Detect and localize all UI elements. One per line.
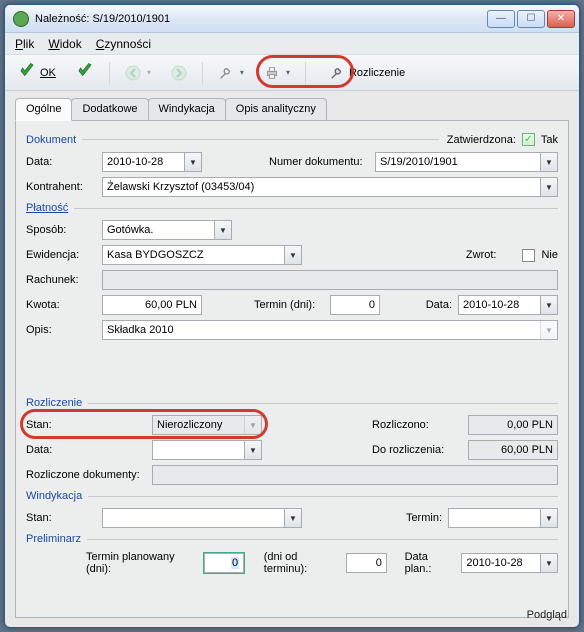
zwrot-checkbox[interactable]: ✓ [522, 249, 535, 262]
rozldok-label: Rozliczone dokumenty: [26, 469, 146, 481]
kontrahent-field[interactable]: Żelawski Krzysztof (03453/04)▼ [102, 177, 558, 197]
section-windykacja: Windykacja [26, 490, 558, 502]
chevron-down-icon[interactable]: ▼ [540, 178, 557, 196]
dorozl-label: Do rozliczenia: [372, 444, 462, 456]
platnosc-data-field[interactable]: 2010-10-28▼ [458, 295, 558, 315]
wind-stan-field[interactable]: ▼ [102, 508, 302, 528]
data-label: Data: [26, 156, 96, 168]
app-icon [13, 11, 29, 27]
section-rozliczenie: Rozliczenie [26, 397, 558, 409]
numdok-label: Numer dokumentu: [269, 156, 369, 168]
sposob-field[interactable]: Gotówka.▼ [102, 220, 232, 240]
rozl-data-field[interactable]: ▼ [152, 440, 262, 460]
tab-opis[interactable]: Opis analityczny [225, 98, 327, 121]
tools-icon [218, 65, 234, 81]
menu-widok[interactable]: Widok [48, 37, 81, 51]
arrow-right-icon [171, 65, 187, 81]
wrench-icon [329, 65, 345, 81]
rozliczono-label: Rozliczono: [372, 419, 462, 431]
tabs: Ogólne Dodatkowe Windykacja Opis anality… [15, 97, 569, 120]
menu-czynnosci[interactable]: Czynności [96, 37, 151, 51]
printer-icon [264, 65, 280, 81]
maximize-button[interactable]: ☐ [517, 10, 545, 28]
tab-ogolne[interactable]: Ogólne [15, 98, 72, 121]
kwota-label: Kwota: [26, 299, 96, 311]
nav-forward[interactable] [164, 61, 194, 85]
rachunek-label: Rachunek: [26, 274, 96, 286]
rachunek-field [102, 270, 558, 290]
stan-label: Stan: [26, 419, 146, 431]
termin-field[interactable]: 0 [330, 295, 380, 315]
ewid-field[interactable]: Kasa BYDGOSZCZ▼ [102, 245, 302, 265]
rozliczenie-label: Rozliczenie [349, 67, 405, 79]
stan-field: Nierozliczony▼ [152, 415, 262, 435]
zwrot-nie: Nie [541, 249, 558, 261]
dataplan-field[interactable]: 2010-10-28▼ [461, 553, 558, 573]
kwota-field[interactable]: 60,00 PLN [102, 295, 202, 315]
chevron-down-icon[interactable]: ▼ [244, 441, 261, 459]
minimize-button[interactable]: — [487, 10, 515, 28]
tab-panel: Dokument Zatwierdzona: ✓ Tak Data: 2010-… [15, 120, 569, 618]
check-icon [76, 62, 94, 83]
chevron-down-icon[interactable]: ▼ [284, 246, 301, 264]
nav-back[interactable]: ▾ [118, 61, 158, 85]
wind-stan-label: Stan: [26, 512, 96, 524]
menubar: Plik Widok Czynności [5, 33, 579, 55]
zatw-checkbox[interactable]: ✓ [522, 133, 535, 146]
chevron-down-icon[interactable]: ▼ [540, 321, 557, 339]
dorozl-field: 60,00 PLN [468, 440, 558, 460]
kontrahent-label: Kontrahent: [26, 181, 96, 193]
section-preliminarz: Preliminarz [26, 533, 558, 545]
chevron-down-icon[interactable]: ▼ [540, 554, 557, 572]
section-dokument: Dokument Zatwierdzona: ✓ Tak [26, 133, 558, 146]
platnosc-data-label: Data: [426, 299, 452, 311]
chevron-down-icon[interactable]: ▼ [540, 509, 557, 527]
check-icon [18, 62, 36, 83]
termin-label: Termin (dni): [254, 299, 324, 311]
close-button[interactable]: ✕ [547, 10, 575, 28]
numdok-field[interactable]: S/19/2010/1901▼ [375, 152, 558, 172]
dataplan-label: Data plan.: [405, 551, 456, 575]
rozldok-field [152, 465, 558, 485]
zwrot-label: Zwrot: [466, 249, 497, 261]
rozliczenie-button[interactable]: Rozliczenie [314, 60, 420, 86]
data-field[interactable]: 2010-10-28▼ [102, 152, 202, 172]
tab-windykacja[interactable]: Windykacja [148, 98, 226, 121]
zatw-label: Zatwierdzona: [447, 134, 516, 146]
ewid-label: Ewidencja: [26, 249, 96, 261]
terminplan-field[interactable]: 0 [204, 553, 245, 573]
window: Należność: S/19/2010/1901 — ☐ ✕ Plik Wid… [4, 4, 580, 628]
sposob-label: Sposób: [26, 224, 96, 236]
arrow-left-icon [125, 65, 141, 81]
chevron-down-icon[interactable]: ▼ [184, 153, 201, 171]
print-dropdown[interactable]: ▾ [257, 61, 297, 85]
menu-plik[interactable]: Plik [15, 37, 34, 51]
dniod-field[interactable]: 0 [346, 553, 387, 573]
toolbar: OK ▾ ▾ [5, 55, 579, 91]
footer-status: Podgląd [527, 609, 567, 621]
opis-label: Opis: [26, 324, 96, 336]
chevron-down-icon[interactable]: ▼ [540, 296, 557, 314]
apply-button[interactable] [69, 58, 101, 87]
wind-termin-label: Termin: [406, 512, 442, 524]
chevron-down-icon: ▼ [244, 416, 261, 434]
chevron-down-icon[interactable]: ▼ [214, 221, 231, 239]
dniod-label: (dni od terminu): [264, 551, 341, 575]
tools-dropdown[interactable]: ▾ [211, 61, 251, 85]
window-title: Należność: S/19/2010/1901 [35, 13, 487, 25]
titlebar[interactable]: Należność: S/19/2010/1901 — ☐ ✕ [5, 5, 579, 33]
zatw-tak: Tak [541, 134, 558, 146]
chevron-down-icon[interactable]: ▼ [540, 153, 557, 171]
opis-field[interactable]: Składka 2010▼ [102, 320, 558, 340]
rozliczono-field: 0,00 PLN [468, 415, 558, 435]
ok-label: OK [40, 67, 56, 79]
wind-termin-field[interactable]: ▼ [448, 508, 558, 528]
chevron-down-icon[interactable]: ▼ [284, 509, 301, 527]
ok-button[interactable]: OK [11, 58, 63, 87]
section-platnosc: Płatność [26, 202, 558, 214]
rozl-data-label: Data: [26, 444, 146, 456]
terminplan-label: Termin planowany (dni): [86, 551, 198, 575]
tab-dodatkowe[interactable]: Dodatkowe [71, 98, 148, 121]
